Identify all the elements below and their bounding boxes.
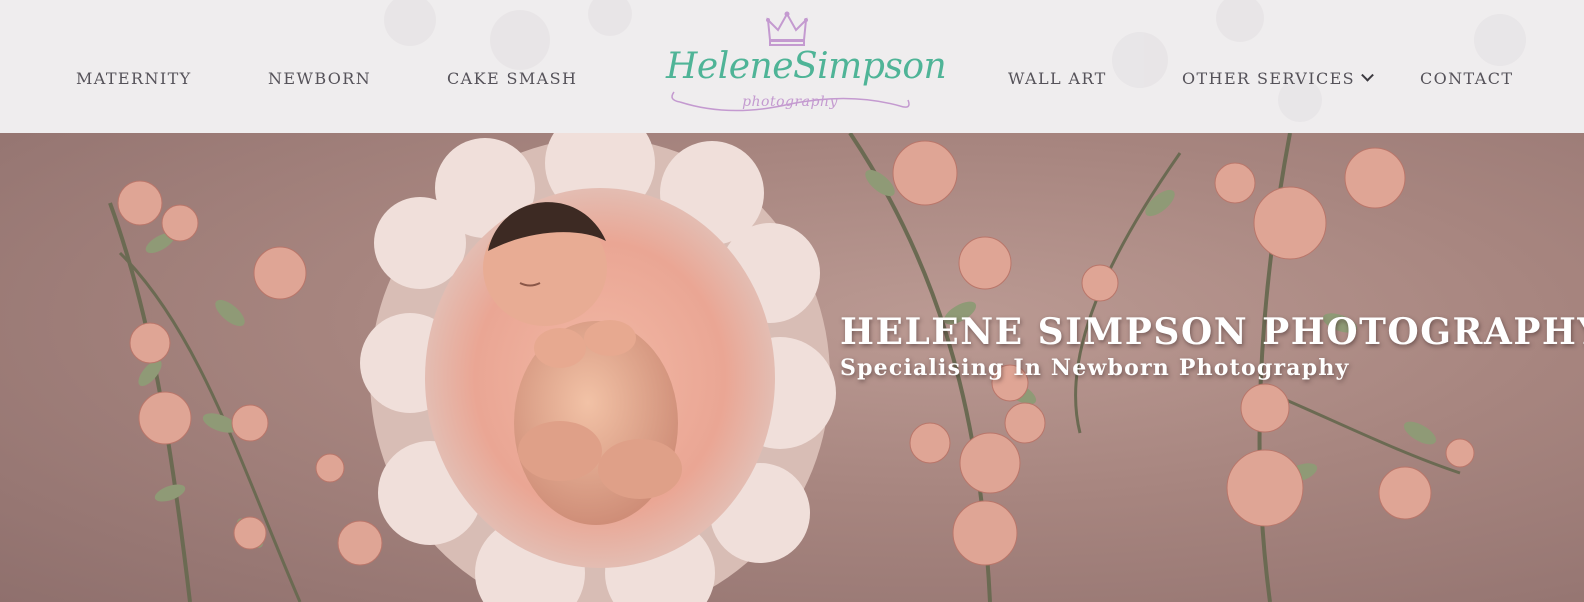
nav-cake-smash[interactable]: CAKE SMASH xyxy=(447,66,577,92)
nav-maternity[interactable]: MATERNITY xyxy=(76,66,192,92)
nav-other-services[interactable]: OTHER SERVICES xyxy=(1182,66,1374,92)
nav-wall-art[interactable]: WALL ART xyxy=(1008,66,1107,92)
hero-title: HELENE SIMPSON PHOTOGRAPHY xyxy=(840,311,1584,353)
site-logo[interactable]: HeleneSimpson photography xyxy=(660,8,947,126)
site-header: MATERNITY NEWBORN CAKE SMASH HeleneSimps… xyxy=(0,0,1584,133)
nav-contact[interactable]: CONTACT xyxy=(1420,66,1513,92)
chevron-down-icon xyxy=(1361,68,1374,82)
logo-tagline: photography xyxy=(742,94,838,110)
hero-subtitle: Specialising In Newborn Photography xyxy=(840,355,1350,381)
nav-newborn[interactable]: NEWBORN xyxy=(268,66,371,92)
crown-icon xyxy=(766,11,808,46)
hero-banner: HELENE SIMPSON PHOTOGRAPHY Specialising … xyxy=(0,133,1584,602)
flower-vine-left xyxy=(108,180,383,602)
nav-other-services-label: OTHER SERVICES xyxy=(1182,69,1356,88)
